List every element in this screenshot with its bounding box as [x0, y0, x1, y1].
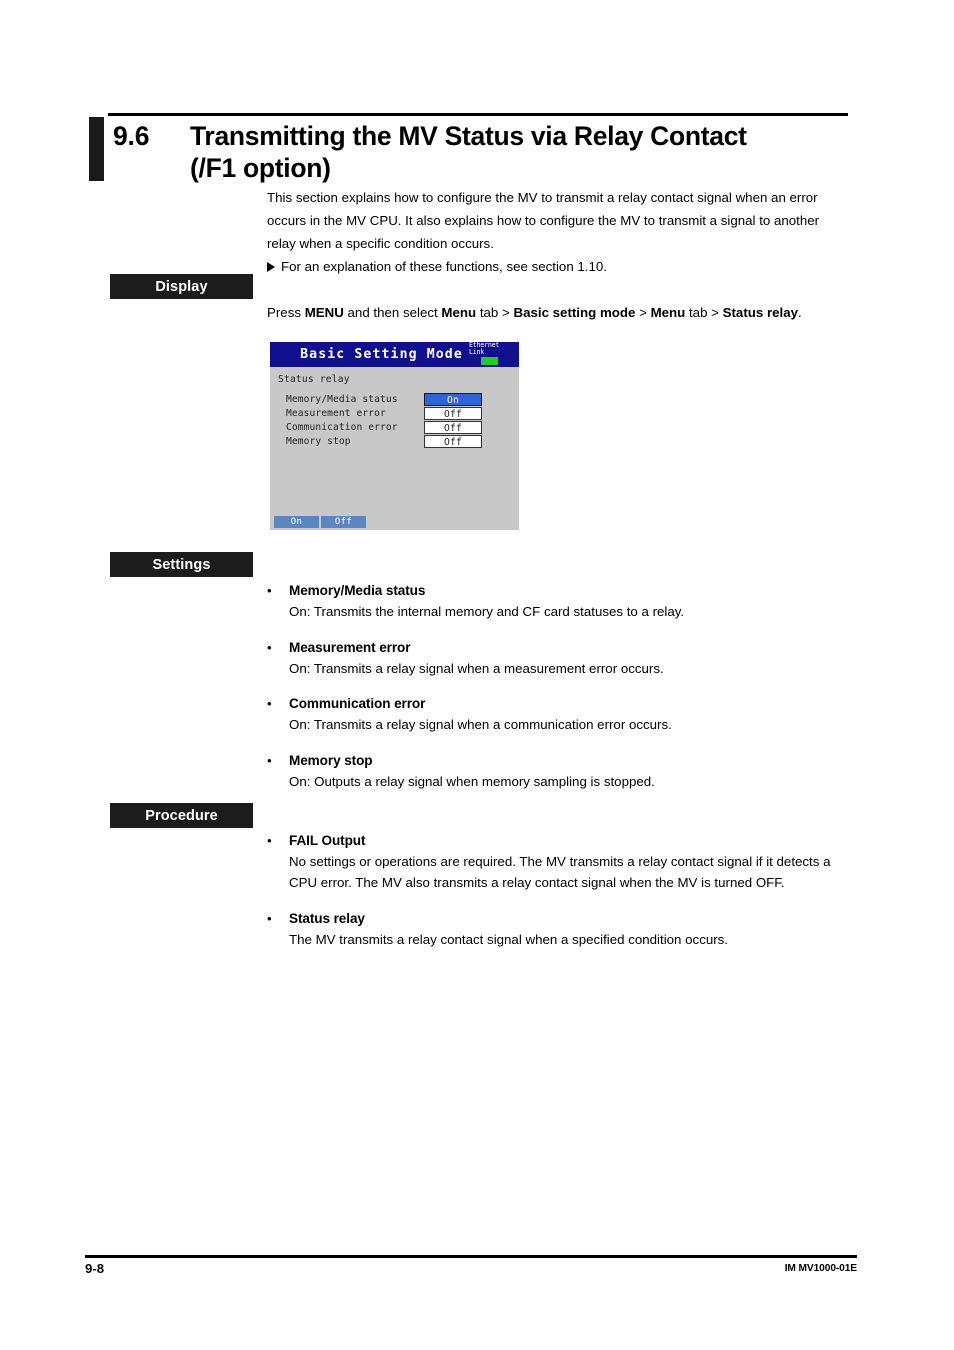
- bullet-dot-icon: •: [267, 833, 272, 848]
- footer-rule: [85, 1255, 857, 1258]
- header-rule: [108, 113, 848, 116]
- list-item-description: No settings or operations are required. …: [289, 854, 831, 890]
- menu-path-press: Press: [267, 305, 305, 320]
- device-softkey-on[interactable]: On: [274, 516, 319, 528]
- list-item-description: On: Transmits a relay signal when a meas…: [289, 660, 664, 676]
- heading-display: Display: [110, 274, 253, 299]
- menu-path-menu-key: MENU: [304, 305, 344, 320]
- section-title-line-2: (/F1 option): [190, 153, 331, 183]
- menu-path-step3: Menu: [650, 305, 686, 320]
- device-screen-subtitle: Status relay: [278, 374, 350, 385]
- heading-settings: Settings: [110, 552, 253, 577]
- menu-path-then: and then select: [343, 305, 442, 320]
- section-title-line-1: Transmitting the MV Status via Relay Con…: [190, 121, 747, 151]
- intro-block: This section explains how to configure t…: [267, 187, 847, 279]
- menu-path-tab1: tab >: [476, 305, 514, 320]
- ethernet-led-icon: [481, 357, 498, 365]
- list-item-heading: • FAIL Output: [267, 831, 847, 851]
- menu-path-sep2: >: [635, 305, 651, 320]
- list-item: • Memory/Media status On: Transmits the …: [267, 581, 847, 622]
- device-setting-row[interactable]: Memory/Media status On: [286, 393, 506, 407]
- device-setting-value[interactable]: Off: [424, 435, 482, 449]
- menu-path-tab3: tab >: [685, 305, 723, 320]
- page-title: 9.6 Transmitting the MV Status via Relay…: [113, 120, 853, 184]
- settings-list: • Memory/Media status On: Transmits the …: [267, 581, 847, 792]
- bullet-dot-icon: •: [267, 696, 272, 711]
- list-item-title: Memory stop: [289, 752, 373, 768]
- device-setting-row[interactable]: Memory stop Off: [286, 435, 506, 449]
- list-item-heading: • Memory stop: [267, 751, 847, 771]
- bullet-dot-icon: •: [267, 639, 272, 655]
- list-item-heading: • Measurement error: [267, 638, 847, 658]
- footer-page-number: 9-8: [85, 1261, 105, 1276]
- list-item-description: On: Transmits the internal memory and CF…: [289, 604, 685, 619]
- list-item-title: Measurement error: [289, 639, 411, 655]
- list-item-heading: • Communication error: [267, 694, 847, 714]
- footer-document-id: IM MV1000-01E: [784, 1263, 857, 1274]
- device-setting-label: Memory/Media status: [286, 394, 398, 406]
- intro-paragraph: This section explains how to configure t…: [267, 190, 820, 251]
- device-title-bar: Basic Setting Mode Ethernet Link: [270, 342, 519, 367]
- list-item: • FAIL Output No settings or operations …: [267, 831, 847, 893]
- menu-path-step1: Menu: [441, 305, 477, 320]
- device-softkey-off[interactable]: Off: [321, 516, 366, 528]
- document-page: 9.6 Transmitting the MV Status via Relay…: [0, 0, 954, 1350]
- section-number: 9.6: [113, 121, 150, 151]
- procedure-list: • FAIL Output No settings or operations …: [267, 831, 847, 950]
- list-item: • Measurement error On: Transmits a rela…: [267, 638, 847, 679]
- bullet-dot-icon: •: [267, 752, 272, 768]
- bullet-dot-icon: •: [267, 910, 272, 926]
- list-item-heading: • Memory/Media status: [267, 581, 847, 601]
- device-screen-body: Status relay Memory/Media status On Meas…: [270, 367, 519, 530]
- list-item: • Communication error On: Transmits a re…: [267, 694, 847, 735]
- list-item-title: Memory/Media status: [289, 583, 426, 598]
- menu-path-step2: Basic setting mode: [513, 305, 636, 320]
- list-item: • Status relay The MV transmits a relay …: [267, 909, 847, 950]
- device-setting-value[interactable]: Off: [424, 407, 482, 421]
- device-setting-label: Communication error: [286, 422, 398, 434]
- heading-procedure: Procedure: [110, 803, 253, 828]
- device-screen-figure: Basic Setting Mode Ethernet Link Status …: [270, 342, 519, 530]
- list-item-heading: • Status relay: [267, 909, 847, 929]
- menu-path-paragraph: Press MENU and then select Menu tab > Ba…: [267, 302, 847, 325]
- list-item-description: On: Outputs a relay signal when memory s…: [289, 773, 655, 789]
- menu-path-period: .: [798, 305, 802, 320]
- device-setting-value[interactable]: On: [424, 393, 482, 407]
- cross-reference: For an explanation of these functions, s…: [267, 256, 847, 279]
- list-item-title: Status relay: [289, 910, 365, 926]
- device-setting-row[interactable]: Measurement error Off: [286, 407, 506, 421]
- bullet-dot-icon: •: [267, 583, 272, 598]
- list-item-title: Communication error: [289, 696, 426, 711]
- list-item-title: FAIL Output: [289, 833, 366, 848]
- list-item: • Memory stop On: Outputs a relay signal…: [267, 751, 847, 792]
- device-setting-label: Memory stop: [286, 436, 351, 448]
- menu-path-step4: Status relay: [722, 305, 799, 320]
- menu-path-block: Press MENU and then select Menu tab > Ba…: [267, 302, 847, 325]
- section-accent-bar: [89, 117, 104, 181]
- triangle-bullet-icon: [267, 262, 275, 273]
- list-item-description: On: Transmits a relay signal when a comm…: [289, 717, 672, 732]
- cross-reference-text: For an explanation of these functions, s…: [281, 259, 607, 275]
- ethernet-label-line-2: Link: [469, 348, 485, 357]
- device-settings-list: Memory/Media status On Measurement error…: [286, 393, 506, 449]
- device-softkey-bar: On Off: [270, 516, 366, 528]
- ethernet-link-indicator: Ethernet Link: [467, 342, 517, 367]
- device-setting-label: Measurement error: [286, 408, 386, 420]
- device-setting-row[interactable]: Communication error Off: [286, 421, 506, 435]
- device-screen-title: Basic Setting Mode: [300, 347, 463, 362]
- device-setting-value[interactable]: Off: [424, 421, 482, 435]
- list-item-description: The MV transmits a relay contact signal …: [289, 931, 729, 947]
